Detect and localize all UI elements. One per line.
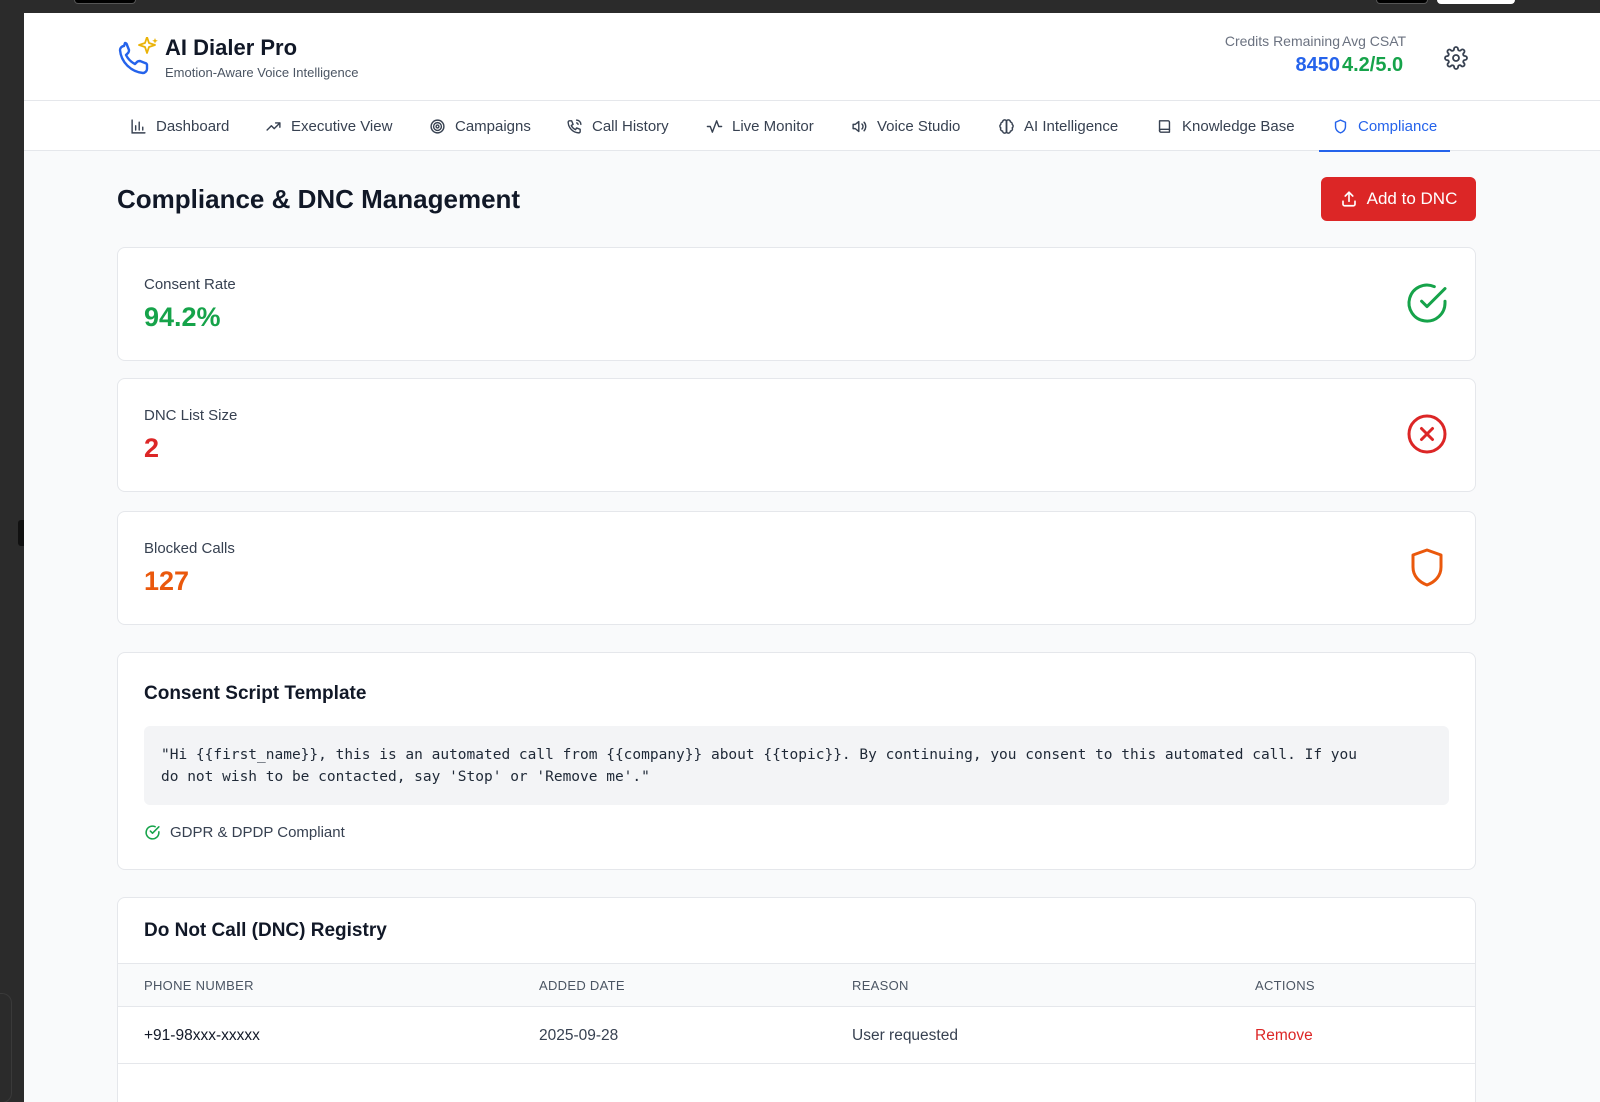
tab-campaigns[interactable]: Campaigns [429, 101, 531, 151]
page-title: Compliance & DNC Management [117, 184, 521, 214]
window-control [74, 0, 136, 4]
window-control [1437, 0, 1515, 4]
metric-value: 2 [144, 433, 160, 463]
metric-value: 94.2% [144, 302, 221, 332]
browser-left-strip [0, 13, 28, 1102]
consent-script-text: "Hi {{first_name}}, this is an automated… [144, 726, 1449, 805]
add-to-dnc-label: Add to DNC [1366, 189, 1458, 208]
column-header: PHONE NUMBER [144, 978, 254, 993]
app-window: AI Dialer Pro Emotion-Aware Voice Intell… [24, 13, 1600, 1102]
reason-cell: User requested [852, 1027, 958, 1044]
check-circle-icon [145, 825, 160, 840]
csat-stat: Avg CSAT 4.2/5.0 [1342, 33, 1406, 77]
brain-icon [999, 118, 1014, 134]
add-to-dnc-button[interactable]: Add to DNC [1321, 177, 1476, 221]
table-row: +91-98xxx-xxxxx 2025-09-28 User requeste… [118, 1007, 1475, 1064]
tab-label: Call History [592, 117, 669, 135]
tab-label: Live Monitor [732, 117, 814, 135]
shield-icon [1334, 118, 1347, 134]
csat-label: Avg CSAT [1342, 33, 1407, 49]
bar-chart-icon [131, 118, 146, 134]
metric-value: 127 [144, 566, 190, 596]
tab-label: Dashboard [156, 117, 230, 135]
tab-label: Compliance [1358, 117, 1438, 135]
csat-value: 4.2/5.0 [1342, 54, 1404, 76]
app-subtitle: Emotion-Aware Voice Intelligence [165, 65, 359, 80]
upload-icon [1341, 191, 1356, 207]
consent-script-card: Consent Script Template "Hi {{first_name… [117, 652, 1476, 870]
dnc-registry-title: Do Not Call (DNC) Registry [144, 920, 387, 941]
metric-label: Blocked Calls [144, 540, 235, 557]
script-line: "Hi {{first_name}}, this is an automated… [161, 747, 1357, 763]
tab-executive-view[interactable]: Executive View [265, 101, 392, 151]
x-circle-icon [1407, 414, 1447, 454]
app-title: AI Dialer Pro [165, 35, 298, 60]
metric-label: Consent Rate [144, 276, 236, 293]
dnc-registry-card: Do Not Call (DNC) Registry PHONE NUMBER … [117, 897, 1476, 1102]
credits-stat: Credits Remaining 8450 [1225, 33, 1340, 77]
column-header: REASON [852, 978, 909, 993]
tab-compliance[interactable]: Compliance [1318, 101, 1451, 152]
tab-label: AI Intelligence [1024, 117, 1119, 135]
added-date-cell: 2025-09-28 [539, 1027, 619, 1044]
main-nav: Dashboard Executive View Campaigns Call … [24, 101, 1600, 152]
dnc-list-size-card: DNC List Size 2 [117, 378, 1476, 492]
tab-label: Campaigns [455, 117, 531, 135]
tab-label: Executive View [291, 117, 393, 135]
compliance-badge-label: GDPR & DPDP Compliant [170, 824, 345, 841]
side-panel-edge [0, 993, 12, 1102]
browser-top-strip [0, 0, 1600, 13]
table-header: PHONE NUMBER ADDED DATE REASON ACTIONS [118, 963, 1475, 1007]
volume-icon [852, 120, 867, 132]
phone-call-icon [567, 118, 582, 134]
window-control [1376, 0, 1428, 4]
compliance-badge: GDPR & DPDP Compliant [144, 824, 345, 841]
consent-rate-card: Consent Rate 94.2% [117, 247, 1476, 361]
column-header: ADDED DATE [539, 978, 625, 993]
remove-button[interactable]: Remove [1255, 1027, 1313, 1045]
column-header: ACTIONS [1255, 978, 1315, 993]
tab-dashboard[interactable]: Dashboard [130, 101, 229, 151]
target-icon [430, 118, 445, 134]
blocked-calls-card: Blocked Calls 127 [117, 511, 1476, 625]
credits-label: Credits Remaining [1224, 33, 1340, 49]
tab-label: Voice Studio [877, 117, 961, 135]
phone-sparkle-icon [118, 37, 158, 75]
tab-ai-intelligence[interactable]: AI Intelligence [998, 101, 1118, 151]
tab-live-monitor[interactable]: Live Monitor [706, 101, 814, 151]
check-circle-icon [1407, 283, 1447, 323]
activity-icon [706, 119, 723, 133]
consent-script-title: Consent Script Template [144, 683, 367, 704]
book-icon [1158, 119, 1171, 133]
phone-number-cell: +91-98xxx-xxxxx [144, 1027, 260, 1044]
gear-icon[interactable] [1444, 46, 1468, 70]
shield-icon [1411, 548, 1443, 587]
credits-value: 8450 [1295, 54, 1341, 76]
tab-knowledge-base[interactable]: Knowledge Base [1156, 101, 1295, 151]
script-line: do not wish to be contacted, say 'Stop' … [161, 769, 650, 785]
tab-label: Knowledge Base [1182, 117, 1295, 135]
tab-call-history[interactable]: Call History [566, 101, 669, 151]
metric-label: DNC List Size [144, 407, 238, 424]
tab-voice-studio[interactable]: Voice Studio [851, 101, 960, 151]
trending-up-icon [266, 121, 281, 131]
app-header: AI Dialer Pro Emotion-Aware Voice Intell… [24, 13, 1600, 101]
